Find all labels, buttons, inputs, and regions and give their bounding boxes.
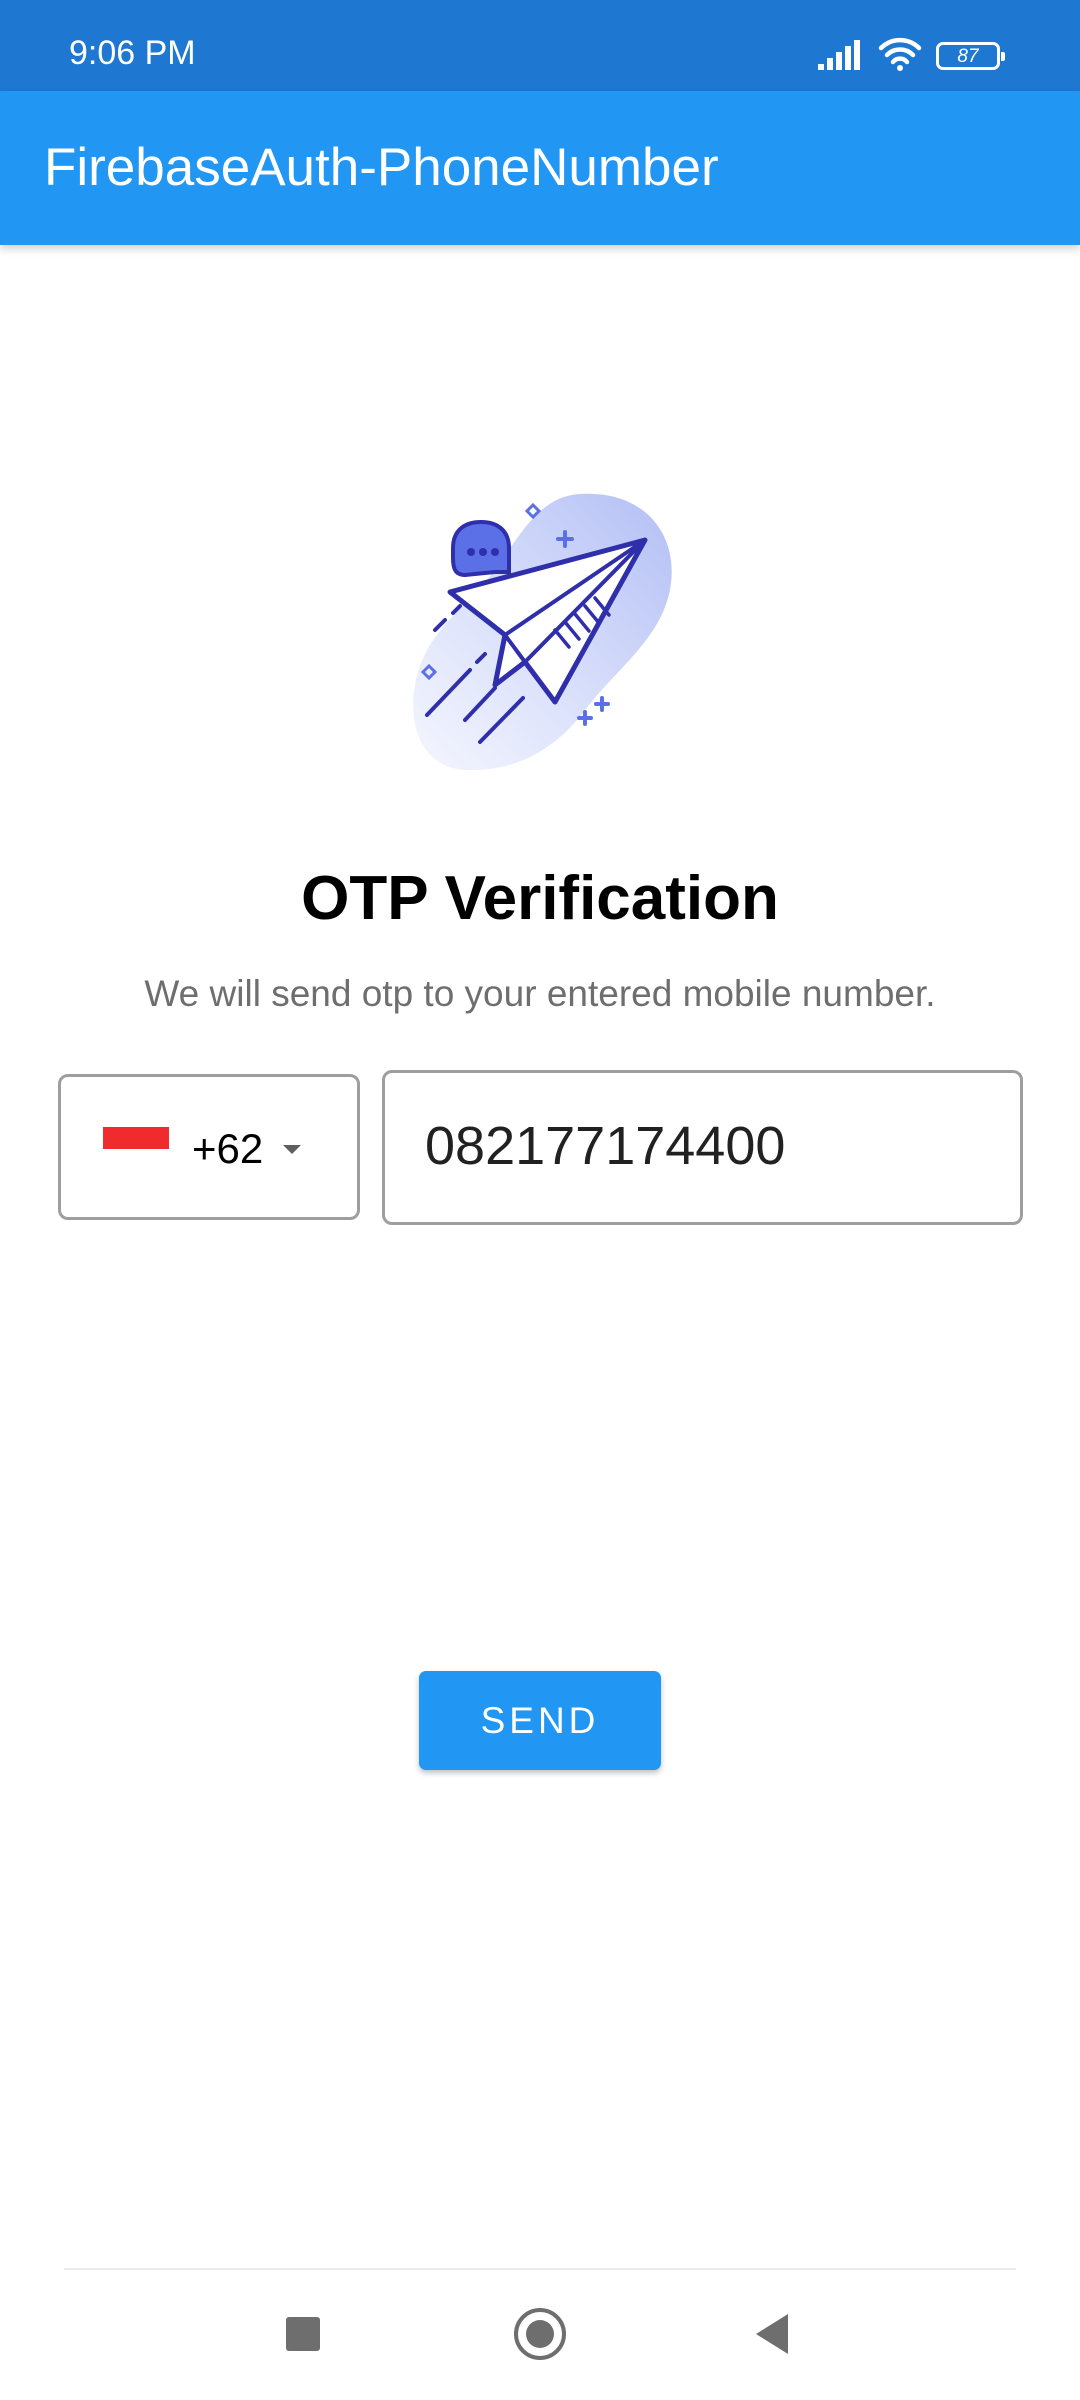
recents-button-icon[interactable]	[286, 2317, 320, 2351]
battery-level: 87	[957, 45, 979, 67]
app-title: FirebaseAuth-PhoneNumber	[44, 138, 719, 197]
paper-plane-illustration	[413, 493, 672, 771]
indonesia-flag-icon	[103, 1127, 169, 1149]
country-code-picker[interactable]: +62	[58, 1074, 360, 1220]
dial-code: +62	[192, 1125, 264, 1172]
back-button-icon[interactable]	[756, 2314, 788, 2354]
send-button[interactable]: SEND	[419, 1671, 661, 1770]
otp-verification-screen: 9:06 PM 87 FirebaseAuth-PhoneNumber OTP …	[0, 0, 1080, 2400]
page-subtitle: We will send otp to your entered mobile …	[144, 973, 936, 1014]
status-icons: 87	[818, 36, 1005, 76]
status-time: 9:06 PM	[69, 34, 196, 72]
signal-icon	[818, 38, 864, 75]
status-bar: 9:06 PM 87	[0, 0, 1080, 91]
wifi-icon	[878, 37, 922, 76]
home-button-icon[interactable]	[514, 2308, 566, 2360]
nav-divider	[64, 2268, 1016, 2270]
phone-number-input[interactable]	[425, 1111, 985, 1181]
phone-number-field[interactable]	[382, 1070, 1023, 1225]
app-bar: FirebaseAuth-PhoneNumber	[0, 91, 1080, 245]
battery-icon: 87	[936, 42, 1005, 70]
page-title: OTP Verification	[301, 864, 779, 933]
dropdown-caret-icon	[283, 1145, 301, 1154]
